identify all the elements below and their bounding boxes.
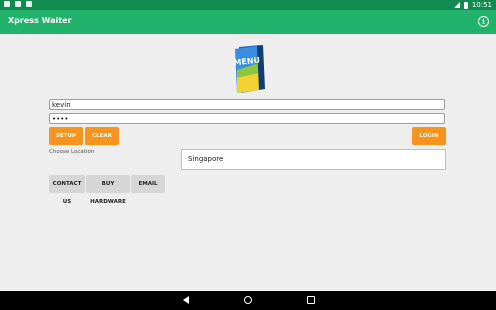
recent-apps-icon[interactable]	[307, 296, 315, 304]
navigation-bar	[0, 291, 496, 310]
battery-icon	[463, 1, 468, 9]
notification-icon	[4, 1, 10, 7]
login-button[interactable]: LOGIN	[412, 127, 446, 145]
back-icon[interactable]	[183, 296, 189, 304]
email-button[interactable]: EMAIL	[131, 175, 165, 193]
info-icon[interactable]: i	[478, 16, 489, 27]
choose-location-label: Choose Location	[49, 149, 95, 155]
username-field[interactable]: kevin	[49, 99, 445, 110]
system-icons: 10:51	[453, 0, 492, 10]
signal-icon	[453, 2, 460, 8]
notification-icon	[26, 1, 32, 7]
clear-button[interactable]: CLEAR	[85, 127, 119, 145]
buy-hardware-button[interactable]: BUY HARDWARE	[86, 175, 130, 205]
password-field[interactable]: ••••	[49, 113, 445, 124]
status-time: 10:51	[471, 1, 492, 9]
app-title: Xpress Waiter	[8, 16, 72, 25]
home-icon[interactable]	[244, 296, 252, 304]
status-bar: 10:51	[0, 0, 496, 10]
notification-icons	[4, 1, 32, 7]
contact-us-button[interactable]: CONTACT US	[49, 175, 85, 205]
location-select[interactable]: Singapore	[181, 149, 446, 170]
notification-icon	[15, 1, 21, 7]
setup-button[interactable]: SETUP	[49, 127, 83, 145]
menu-book-icon: MENU	[233, 45, 265, 93]
app-bar: Xpress Waiter i	[0, 10, 496, 34]
